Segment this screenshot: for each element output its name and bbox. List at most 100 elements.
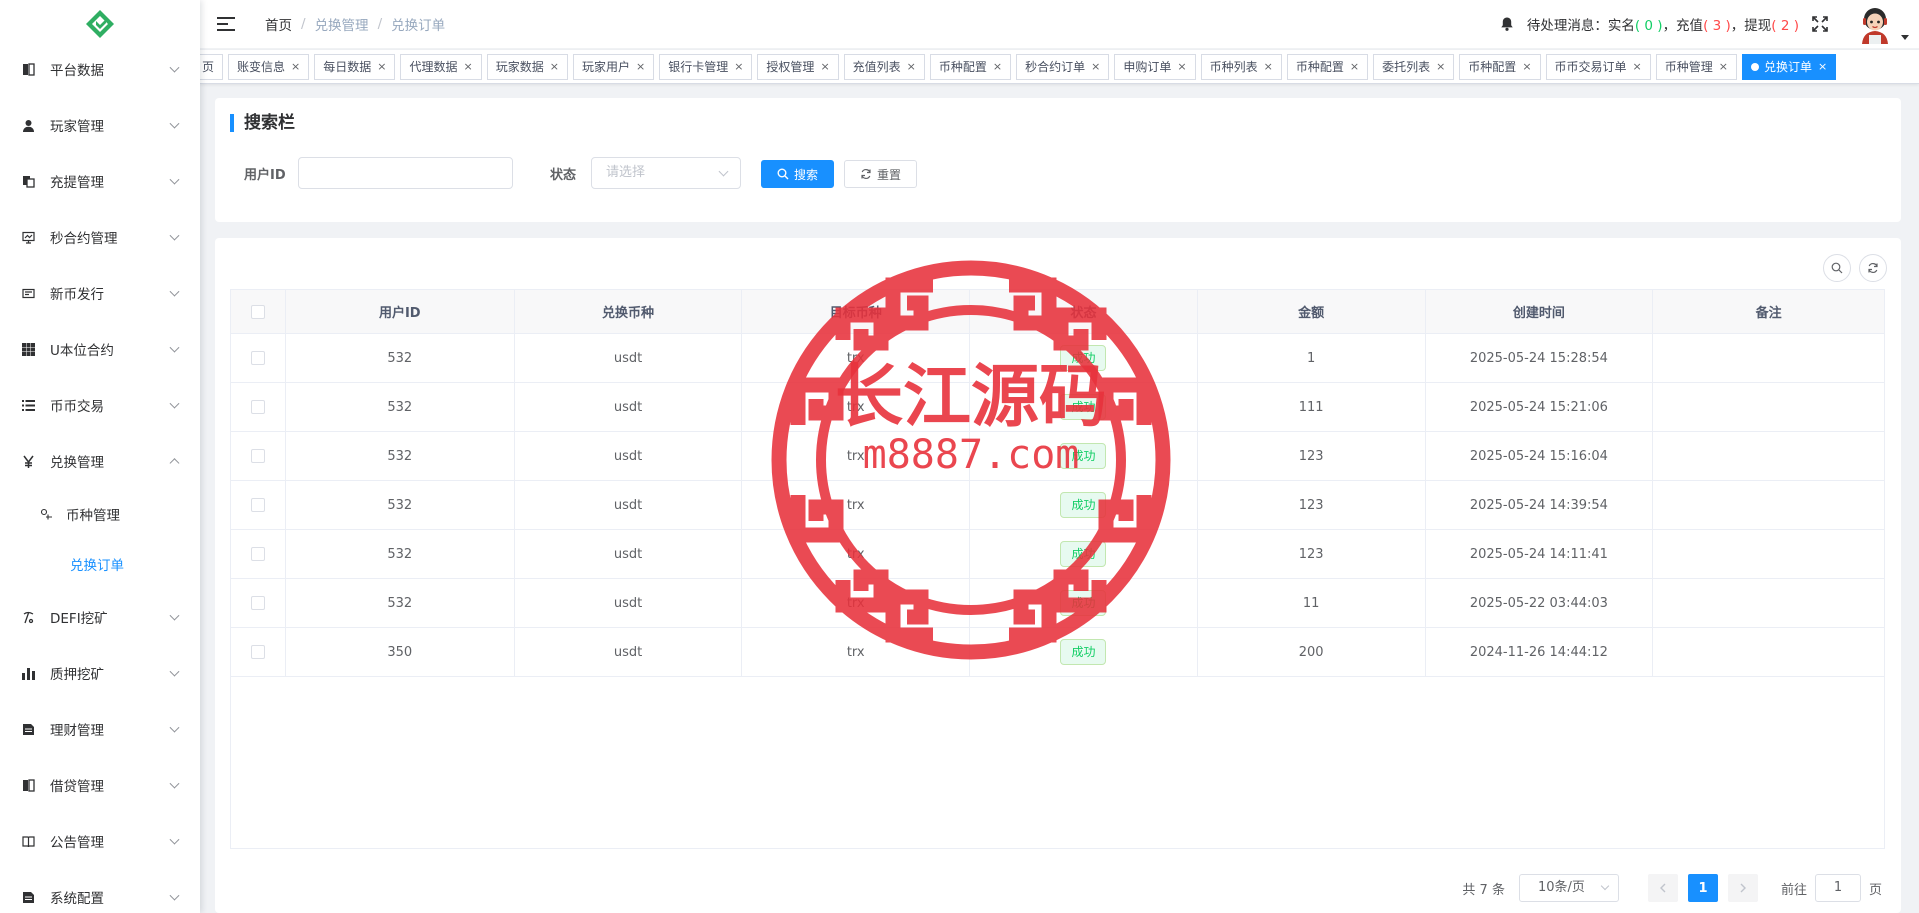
close-icon[interactable]: × xyxy=(1350,55,1359,79)
avatar-caret-icon[interactable] xyxy=(1901,35,1909,40)
pending-messages[interactable]: 待处理消息：实名( 0 )，充值( 3 )，提现( 2 ) xyxy=(1527,14,1799,34)
page-size-select[interactable]: 10条/页 xyxy=(1518,874,1619,902)
tag-6[interactable]: 银行卡管理 × xyxy=(659,54,753,80)
pending-recharge-count[interactable]: ( 3 ) xyxy=(1703,18,1731,34)
refresh-table-button[interactable] xyxy=(1859,254,1887,282)
reset-button[interactable]: 重置 xyxy=(844,160,917,188)
tag-3[interactable]: 代理数据 × xyxy=(400,54,482,80)
sidebar-item-label: 系统配置 xyxy=(50,891,104,907)
row-checkbox[interactable] xyxy=(250,596,265,610)
tag-0[interactable]: 页 xyxy=(200,54,224,80)
row-checkbox[interactable] xyxy=(250,547,265,561)
sidebar-item[interactable]: 理财管理 xyxy=(0,701,200,757)
pending-withdraw-count[interactable]: ( 2 ) xyxy=(1771,18,1799,34)
tag-13[interactable]: 币种配置 × xyxy=(1286,54,1369,80)
row-checkbox[interactable] xyxy=(250,498,265,512)
table-row[interactable]: 532 usdt trx 成功 111 2025-05-24 15:21:06 xyxy=(231,383,1884,432)
table-cell: 2025-05-24 14:39:54 xyxy=(1426,481,1654,529)
table-row[interactable]: 532 usdt trx 成功 123 2025-05-24 14:39:54 xyxy=(231,481,1884,530)
breadcrumb-home[interactable]: 首页 xyxy=(265,14,292,34)
breadcrumb-exchange-management[interactable]: 兑换管理 xyxy=(315,14,369,34)
close-icon[interactable]: × xyxy=(464,55,473,79)
page-jumper-input[interactable]: 1 xyxy=(1814,874,1861,902)
sidebar-item[interactable]: 玩家管理 xyxy=(0,97,200,153)
close-icon[interactable]: × xyxy=(907,55,916,79)
table-row[interactable]: 350 usdt trx 成功 200 2024-11-26 14:44:12 xyxy=(231,628,1884,677)
prev-page-button[interactable] xyxy=(1647,874,1678,902)
tag-7[interactable]: 授权管理 × xyxy=(757,54,839,80)
sidebar-item[interactable]: 兑换管理 xyxy=(0,433,200,489)
table-cell: trx xyxy=(742,628,971,676)
close-icon[interactable]: × xyxy=(1177,55,1186,79)
status-select[interactable]: 请选择 xyxy=(591,157,741,189)
table-row[interactable]: 532 usdt trx 成功 1 2025-05-24 15:28:54 xyxy=(231,334,1884,383)
toggle-search-button[interactable] xyxy=(1823,254,1851,282)
page-number[interactable]: 1 xyxy=(1687,874,1718,902)
table-cell: 111 xyxy=(1198,383,1426,431)
sidebar-subitem-currency-management[interactable]: 币种管理 xyxy=(0,489,200,539)
next-page-button[interactable] xyxy=(1727,874,1758,902)
tag-10[interactable]: 秒合约订单 × xyxy=(1016,54,1110,80)
close-icon[interactable]: × xyxy=(636,55,645,79)
chevron-down-icon xyxy=(169,890,180,901)
chevron-down-icon xyxy=(169,286,180,297)
close-icon[interactable]: × xyxy=(550,55,559,79)
tag-17[interactable]: 币种管理 × xyxy=(1655,54,1737,80)
table-row[interactable]: 532 usdt trx 成功 123 2025-05-24 14:11:41 xyxy=(231,530,1884,579)
fullscreen-icon[interactable] xyxy=(1811,15,1829,33)
close-icon[interactable]: × xyxy=(1522,55,1531,79)
tag-15[interactable]: 币种配置 × xyxy=(1459,54,1541,80)
tag-2[interactable]: 每日数据 × xyxy=(314,54,396,80)
table-row[interactable]: 532 usdt trx 成功 11 2025-05-22 03:44:03 xyxy=(231,579,1884,628)
tag-12[interactable]: 币种列表 × xyxy=(1200,54,1282,80)
search-button[interactable]: 搜索 xyxy=(761,160,834,188)
user-id-input[interactable] xyxy=(298,157,513,189)
tag-16[interactable]: 币币交易订单 × xyxy=(1545,54,1651,80)
table-cell: trx xyxy=(742,530,971,578)
close-icon[interactable]: × xyxy=(1719,55,1728,79)
table-cell: 2025-05-22 03:44:03 xyxy=(1426,579,1654,627)
tag-1[interactable]: 账变信息 × xyxy=(228,54,310,80)
close-icon[interactable]: × xyxy=(1818,55,1827,79)
sidebar-item[interactable]: 新币发行 xyxy=(0,265,200,321)
close-icon[interactable]: × xyxy=(291,55,300,79)
sidebar-item[interactable]: 质押挖矿 xyxy=(0,645,200,701)
avatar[interactable] xyxy=(1855,4,1909,44)
close-icon[interactable]: × xyxy=(993,55,1002,79)
hamburger-icon[interactable] xyxy=(217,17,235,31)
search-icon xyxy=(777,168,789,180)
sidebar-item[interactable]: DEFI挖矿 xyxy=(0,589,200,645)
tag-4[interactable]: 玩家数据 × xyxy=(486,54,568,80)
row-checkbox[interactable] xyxy=(250,351,265,365)
select-all-checkbox[interactable] xyxy=(250,304,265,319)
row-checkbox[interactable] xyxy=(250,400,265,414)
tag-5[interactable]: 玩家用户 × xyxy=(572,54,655,80)
close-icon[interactable]: × xyxy=(734,55,743,79)
bell-icon[interactable] xyxy=(1499,16,1515,32)
pending-real-count[interactable]: ( 0 ) xyxy=(1635,18,1663,34)
tag-8[interactable]: 充值列表 × xyxy=(843,54,925,80)
close-icon[interactable]: × xyxy=(1633,55,1642,79)
sidebar-item[interactable]: 充提管理 xyxy=(0,153,200,209)
row-checkbox[interactable] xyxy=(250,449,265,463)
table-row[interactable]: 532 usdt trx 成功 123 2025-05-24 15:16:04 xyxy=(231,432,1884,481)
tag-18[interactable]: 兑换订单 × xyxy=(1742,54,1837,80)
sidebar-item[interactable]: 公告管理 xyxy=(0,813,200,869)
tag-14[interactable]: 委托列表 × xyxy=(1373,54,1455,80)
close-icon[interactable]: × xyxy=(820,55,829,79)
close-icon[interactable]: × xyxy=(1264,55,1273,79)
sidebar-item[interactable]: 借贷管理 xyxy=(0,757,200,813)
sidebar-item[interactable]: 秒合约管理 xyxy=(0,209,200,265)
pagination-total: 共 7 条 xyxy=(1462,882,1505,898)
close-icon[interactable]: × xyxy=(377,55,386,79)
close-icon[interactable]: × xyxy=(1436,55,1445,79)
sidebar-item[interactable]: 币币交易 xyxy=(0,377,200,433)
sidebar-item[interactable]: 系统配置 xyxy=(0,869,200,913)
close-icon[interactable]: × xyxy=(1091,55,1100,79)
sidebar-item[interactable]: U本位合约 xyxy=(0,321,200,377)
tag-11[interactable]: 申购订单 × xyxy=(1114,54,1196,80)
sidebar-subitem-exchange-orders[interactable]: 兑换订单 xyxy=(0,539,200,589)
tag-9[interactable]: 币种配置 × xyxy=(929,54,1012,80)
row-checkbox[interactable] xyxy=(250,645,265,659)
sidebar-item[interactable]: 平台数据 xyxy=(0,41,200,97)
